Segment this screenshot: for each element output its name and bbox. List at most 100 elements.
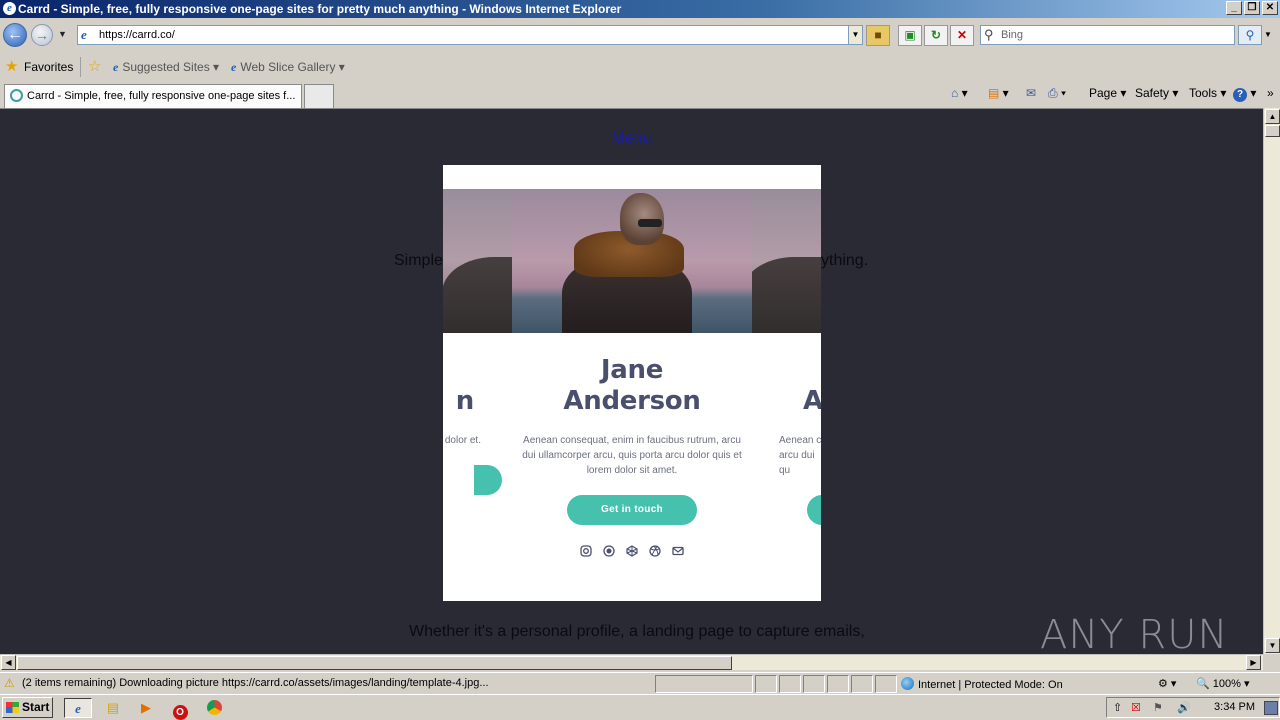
taskbar-media-player-icon[interactable]: ▶: [132, 698, 160, 718]
add-to-favorites-icon[interactable]: ☆: [88, 57, 101, 75]
suggested-sites-label: Suggested Sites ▾: [122, 60, 220, 74]
taskbar: Start e ▤ ▶ O ⇧ ☒ ⚑ 🔊 3:34 PM: [0, 694, 1280, 720]
search-button[interactable]: ⚲: [1238, 25, 1262, 45]
home-icon[interactable]: ⌂ ▾: [951, 86, 968, 100]
recent-pages-dropdown[interactable]: ▼: [58, 29, 67, 39]
carrd-favicon-icon: [10, 89, 23, 102]
profile-card: Jane Anderson Aenean consequat, enim in …: [512, 355, 752, 557]
github-icon[interactable]: [603, 545, 615, 557]
forward-button[interactable]: →: [31, 24, 53, 46]
window-title: Carrd - Simple, free, fully responsive o…: [18, 2, 622, 16]
globe-icon: [901, 677, 914, 690]
page-icon: e: [81, 27, 87, 42]
get-in-touch-button[interactable]: Get in touch: [567, 495, 697, 525]
right-card-button[interactable]: [807, 495, 821, 525]
anyrun-watermark: ANY RUN: [1040, 612, 1229, 658]
mail-icon[interactable]: ✉: [1026, 86, 1036, 100]
menu-link[interactable]: Menu: [0, 130, 1263, 148]
minimize-button[interactable]: _: [1226, 1, 1242, 15]
compatibility-view-button[interactable]: ▣: [898, 25, 922, 46]
suggested-sites-link[interactable]: e Suggested Sites ▾: [113, 60, 219, 75]
close-button[interactable]: ✕: [1262, 1, 1278, 15]
window-title-bar: e Carrd - Simple, free, fully responsive…: [0, 0, 1280, 18]
email-icon[interactable]: [672, 545, 684, 557]
right-card-bio: Aenean c arcu dui qu: [779, 435, 821, 476]
tray-volume-icon[interactable]: 🔊: [1177, 701, 1191, 714]
left-photo: [443, 189, 512, 333]
tray-action-center-icon[interactable]: ⚑: [1153, 701, 1163, 714]
tray-expand-icon[interactable]: ⇧: [1113, 701, 1122, 714]
right-card: A Aenean c arcu dui qu: [771, 355, 821, 528]
scroll-up-button[interactable]: ▲: [1265, 109, 1280, 124]
codepen-icon[interactable]: [626, 545, 638, 557]
web-slice-gallery-label: Web Slice Gallery ▾: [240, 60, 345, 74]
ie-page-icon: e: [231, 60, 237, 74]
new-tab-button[interactable]: [304, 84, 334, 108]
horizontal-scrollbar[interactable]: ◀ ▶: [0, 654, 1263, 670]
template-preview-modal[interactable]: n us rutrum, a arcu dolor et. Jane Ander…: [443, 165, 821, 601]
search-options-dropdown[interactable]: ▼: [1264, 30, 1272, 39]
start-label: Start: [22, 700, 50, 714]
vertical-scroll-thumb[interactable]: [1265, 125, 1280, 137]
taskbar-explorer-icon[interactable]: ▤: [99, 698, 127, 718]
start-button[interactable]: Start: [2, 697, 53, 718]
stop-button[interactable]: ✕: [950, 25, 974, 46]
search-input[interactable]: Bing: [1001, 29, 1023, 41]
feeds-icon[interactable]: ▤ ▾: [988, 86, 1009, 100]
refresh-button[interactable]: ↻: [924, 25, 948, 46]
clock[interactable]: 3:34 PM: [1214, 701, 1255, 713]
taskbar-ie-icon[interactable]: e: [64, 698, 92, 718]
dribbble-icon[interactable]: [649, 545, 661, 557]
lock-icon[interactable]: ■: [866, 25, 890, 46]
vertical-scrollbar[interactable]: ▲ ▼: [1263, 108, 1280, 654]
tagline-left: Simple: [394, 252, 443, 269]
profile-name-last: Anderson: [563, 386, 701, 416]
left-card-bio: us rutrum, a arcu dolor et.: [443, 435, 481, 446]
ie-logo-icon: e: [3, 2, 16, 15]
page-menu[interactable]: Page ▾: [1089, 86, 1126, 100]
tools-menu[interactable]: Tools ▾: [1189, 86, 1226, 100]
tab-carrd[interactable]: Carrd - Simple, free, fully responsive o…: [4, 84, 302, 108]
safety-menu[interactable]: Safety ▾: [1135, 86, 1178, 100]
scroll-left-button[interactable]: ◀: [1, 655, 16, 670]
tray-network-icon[interactable]: ☒: [1131, 701, 1141, 714]
tagline-right: ything.: [821, 252, 869, 269]
print-icon[interactable]: ⎙ ▾: [1048, 86, 1066, 101]
security-zone[interactable]: Internet | Protected Mode: On: [901, 677, 1063, 691]
status-bar: ⚠ (2 items remaining) Downloading pictur…: [0, 672, 1280, 694]
search-box[interactable]: ⚲ Bing: [980, 25, 1235, 45]
instagram-icon[interactable]: [580, 545, 592, 557]
scroll-corner: [1263, 654, 1280, 670]
protected-mode-icon[interactable]: ⚙ ▾: [1158, 677, 1176, 690]
footer-line: Whether it's a personal profile, a landi…: [409, 623, 865, 640]
zoom-level[interactable]: 🔍 100% ▾: [1196, 677, 1249, 690]
scroll-down-button[interactable]: ▼: [1265, 638, 1280, 653]
show-desktop-button[interactable]: [1264, 701, 1278, 715]
web-slice-gallery-link[interactable]: e Web Slice Gallery ▾: [231, 60, 345, 75]
tab-title: Carrd - Simple, free, fully responsive o…: [27, 90, 296, 102]
help-icon[interactable]: ? ▾: [1233, 86, 1256, 102]
address-bar[interactable]: e https://carrd.co/ ▼: [77, 25, 863, 45]
status-text: (2 items remaining) Downloading picture …: [22, 677, 489, 689]
back-button[interactable]: ←: [3, 23, 27, 47]
glasses: [638, 219, 662, 227]
system-tray: ⇧ ☒ ⚑ 🔊 3:34 PM: [1106, 697, 1280, 718]
url-text[interactable]: https://carrd.co/: [99, 28, 175, 42]
profile-name-first: Jane: [600, 355, 664, 385]
favorites-star-icon: ★: [5, 58, 19, 75]
navigation-bar: ← → ▼ e https://carrd.co/ ▼ ■ ▣ ↻ ✕ ⚲ Bi…: [0, 18, 1280, 54]
left-card-button[interactable]: [474, 465, 502, 495]
tab-bar: Carrd - Simple, free, fully responsive o…: [0, 80, 1280, 108]
restore-button[interactable]: ❐: [1244, 1, 1260, 15]
address-dropdown-button[interactable]: ▼: [848, 26, 862, 44]
more-commands-icon[interactable]: »: [1267, 86, 1274, 100]
right-card-name: A: [803, 386, 821, 416]
right-photo: [752, 189, 821, 333]
horizontal-scroll-thumb[interactable]: [17, 656, 732, 670]
left-card-name: n: [455, 386, 475, 416]
social-links: [512, 545, 752, 557]
scroll-right-button[interactable]: ▶: [1246, 655, 1261, 670]
taskbar-chrome-icon[interactable]: [200, 698, 228, 718]
taskbar-opera-icon[interactable]: O: [166, 698, 194, 720]
favorites-button[interactable]: Favorites: [24, 60, 73, 74]
